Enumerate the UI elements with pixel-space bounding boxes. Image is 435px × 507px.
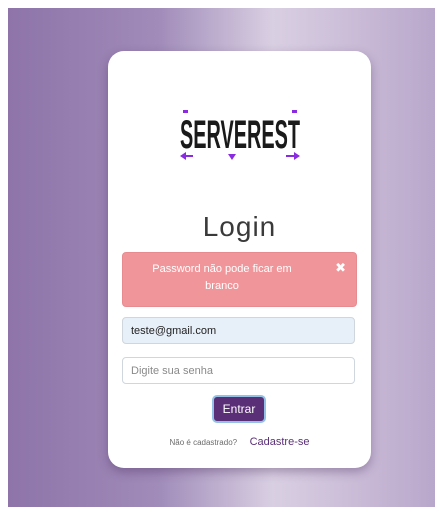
password-field[interactable] — [122, 357, 355, 384]
signup-link[interactable]: Cadastre-se — [250, 436, 310, 448]
page-title: Login — [202, 211, 277, 242]
signup-question: Não é cadastrado? — [169, 438, 238, 447]
close-icon[interactable]: ✖ — [335, 261, 346, 276]
error-alert: Password não pode ficar em branco ✖ — [122, 252, 357, 307]
serverest-logo: SERVEREST — [180, 110, 300, 160]
login-card: SERVEREST Login Password não pode ficar … — [108, 51, 371, 468]
signup-prompt: Não é cadastrado? Cadastre-se — [108, 432, 371, 450]
alert-message: Password não pode ficar em branco — [152, 263, 292, 292]
login-button[interactable]: Entrar — [212, 395, 266, 423]
email-field[interactable] — [122, 317, 355, 344]
logo-wordmark: SERVEREST — [180, 113, 300, 157]
